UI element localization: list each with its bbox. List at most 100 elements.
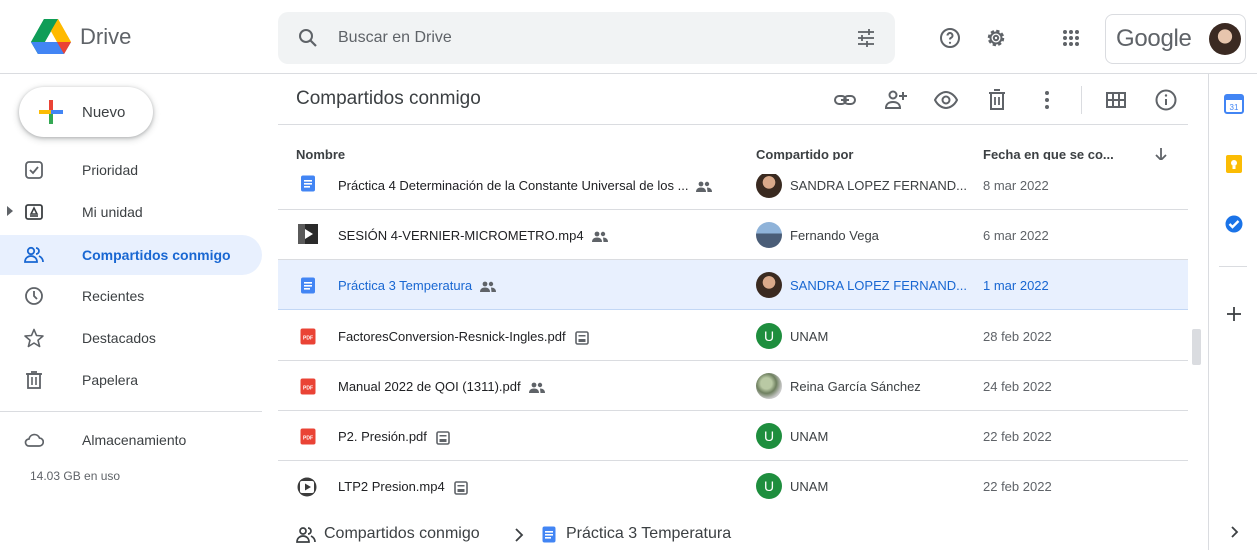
delete-icon[interactable] xyxy=(985,88,1009,112)
sidebar-item-storage[interactable]: Almacenamiento xyxy=(0,420,262,460)
sidebar-item-priority[interactable]: Prioridad xyxy=(0,150,262,190)
file-name[interactable]: Práctica 3 Temperatura xyxy=(338,278,497,293)
table-row[interactable]: SESIÓN 4-VERNIER-MICROMETRO.mp4 Fernando… xyxy=(278,210,1188,260)
shared-icon xyxy=(24,246,44,263)
more-icon[interactable] xyxy=(1035,88,1059,112)
file-name-text: LTP2 Presion.mp4 xyxy=(338,479,445,494)
owner-avatar[interactable] xyxy=(756,373,782,399)
owner-avatar[interactable] xyxy=(756,222,782,248)
google-doc-icon xyxy=(542,526,556,543)
sidebar-item-trash[interactable]: Papelera xyxy=(0,360,262,400)
chevron-right-icon xyxy=(515,528,524,542)
shared-people-icon xyxy=(696,181,713,192)
tasks-icon[interactable] xyxy=(1224,214,1244,234)
sidebar-item-label: Prioridad xyxy=(82,162,139,178)
new-button[interactable]: Nuevo xyxy=(19,87,153,137)
shared-people-icon xyxy=(480,281,497,292)
owner-avatar[interactable]: U xyxy=(756,323,782,349)
trash-icon xyxy=(26,371,42,389)
file-name[interactable]: LTP2 Presion.mp4 xyxy=(338,479,469,495)
help-icon[interactable] xyxy=(938,26,962,50)
expand-icon[interactable] xyxy=(1224,522,1244,542)
new-button-label: Nuevo xyxy=(82,104,126,121)
pdf-badge-text: PDF xyxy=(303,386,313,392)
owner-name: UNAM xyxy=(790,479,829,494)
pdf-badge-text: PDF xyxy=(303,436,313,442)
cloud-icon xyxy=(24,433,44,447)
shared-date: 22 feb 2022 xyxy=(983,479,1052,494)
owner-avatar[interactable] xyxy=(756,272,782,298)
top-bar: Drive Buscar en Drive Google xyxy=(0,0,1257,74)
google-doc-icon xyxy=(301,175,315,192)
sidebar-item-recent[interactable]: Recientes xyxy=(0,276,262,316)
shared-people-icon xyxy=(591,231,608,242)
file-name[interactable]: Manual 2022 de QOI (1311).pdf xyxy=(338,379,545,394)
owner-name: UNAM xyxy=(790,429,829,444)
shared-people-icon xyxy=(528,382,545,393)
side-panel: 31 xyxy=(1208,74,1257,550)
scrollbar-thumb[interactable] xyxy=(1192,329,1201,365)
tune-icon[interactable] xyxy=(856,28,876,48)
sidebar-item-starred[interactable]: Destacados xyxy=(0,318,262,358)
table-row[interactable]: LTP2 Presion.mp4 U UNAM 22 feb 2022 xyxy=(278,461,1188,511)
table-row[interactable]: Práctica 3 Temperatura SANDRA LOPEZ FERN… xyxy=(278,260,1188,310)
owner-avatar[interactable]: U xyxy=(756,473,782,499)
file-name-text: Práctica 3 Temperatura xyxy=(338,278,473,293)
info-icon[interactable] xyxy=(1154,88,1178,112)
shared-drive-icon xyxy=(574,330,589,345)
sidebar-item-shared[interactable]: Compartidos conmigo xyxy=(0,235,262,275)
owner-name: SANDRA LOPEZ FERNAND... xyxy=(790,178,967,193)
breadcrumb-current[interactable]: Práctica 3 Temperatura xyxy=(566,525,731,543)
file-name[interactable]: FactoresConversion-Resnick-Ingles.pdf xyxy=(338,329,590,345)
shared-icon xyxy=(296,527,316,543)
sidebar-divider xyxy=(0,411,262,412)
sidebar-item-my-drive[interactable]: Mi unidad xyxy=(0,192,262,232)
search-input[interactable]: Buscar en Drive xyxy=(338,29,452,47)
sidebar-item-label: Destacados xyxy=(82,330,156,346)
video-play-icon xyxy=(297,477,317,497)
calendar-icon[interactable]: 31 xyxy=(1224,94,1244,114)
account-switcher[interactable]: Google xyxy=(1105,14,1246,64)
search-icon[interactable] xyxy=(298,28,318,48)
table-row[interactable]: PDF FactoresConversion-Resnick-Ingles.pd… xyxy=(278,311,1188,361)
table-row[interactable]: PDF Manual 2022 de QOI (1311).pdf Reina … xyxy=(278,361,1188,411)
add-icon[interactable] xyxy=(1224,304,1244,324)
owner-name: UNAM xyxy=(790,329,829,344)
app-name[interactable]: Drive xyxy=(80,24,131,50)
page-title[interactable]: Compartidos conmigo xyxy=(296,88,481,110)
star-icon xyxy=(24,328,44,348)
grid-view-icon[interactable] xyxy=(1104,88,1128,112)
preview-icon[interactable] xyxy=(934,88,958,112)
drive-logo-icon[interactable] xyxy=(31,19,71,55)
pdf-icon: PDF xyxy=(300,428,316,445)
owner-avatar[interactable] xyxy=(756,172,782,198)
shared-date: 28 feb 2022 xyxy=(983,329,1052,344)
owner-avatar[interactable]: U xyxy=(756,423,782,449)
apps-icon[interactable] xyxy=(1059,26,1083,50)
file-name[interactable]: Práctica 4 Determinación de la Constante… xyxy=(338,178,713,193)
file-name[interactable]: SESIÓN 4-VERNIER-MICROMETRO.mp4 xyxy=(338,228,608,243)
shared-date: 1 mar 2022 xyxy=(983,278,1049,293)
calendar-day-text: 31 xyxy=(1230,103,1239,112)
owner-name: Reina García Sánchez xyxy=(790,379,921,394)
keep-icon[interactable] xyxy=(1224,154,1244,174)
toolbar-divider xyxy=(1081,86,1082,114)
sidebar-item-label: Almacenamiento xyxy=(82,432,187,448)
file-name[interactable]: P2. Presión.pdf xyxy=(338,429,451,445)
shared-date: 6 mar 2022 xyxy=(983,228,1049,243)
avatar[interactable] xyxy=(1209,23,1241,55)
add-person-icon[interactable] xyxy=(884,88,908,112)
side-panel-divider xyxy=(1219,266,1247,267)
clock-icon xyxy=(25,287,43,305)
sidebar-item-label: Recientes xyxy=(82,288,145,304)
caret-right-icon[interactable] xyxy=(6,206,14,216)
shared-drive-icon xyxy=(436,430,450,445)
search-bar[interactable]: Buscar en Drive xyxy=(278,12,895,64)
google-logo-text: Google xyxy=(1116,25,1192,52)
breadcrumb-parent[interactable]: Compartidos conmigo xyxy=(324,525,480,543)
link-icon[interactable] xyxy=(833,88,857,112)
settings-icon[interactable] xyxy=(984,26,1008,50)
table-row[interactable]: PDF P2. Presión.pdf U UNAM 22 feb 2022 xyxy=(278,411,1188,461)
file-name-text: Práctica 4 Determinación de la Constante… xyxy=(338,178,689,193)
storage-used-text: 14.03 GB en uso xyxy=(30,469,121,483)
